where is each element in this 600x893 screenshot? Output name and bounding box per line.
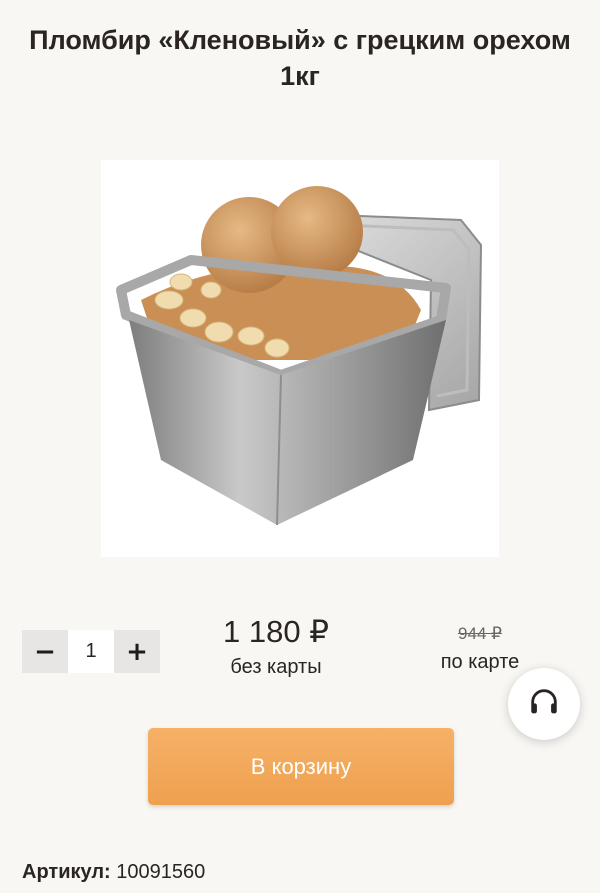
article-number: Артикул: 10091560	[22, 858, 205, 886]
product-image	[101, 160, 499, 557]
increase-quantity-button[interactable]: +	[114, 630, 160, 673]
product-title-line1: Пломбир «Кленовый» с грецким орехом	[29, 25, 571, 55]
support-chat-button[interactable]	[508, 668, 580, 740]
regular-price: 1 180 ₽	[223, 614, 329, 649]
add-to-cart-button[interactable]: В корзину	[148, 728, 454, 805]
card-price-caption: по карте	[440, 651, 520, 673]
card-price-block: 944 ₽ по карте	[426, 622, 534, 676]
article-value: 10091560	[116, 861, 206, 883]
article-label: Артикул:	[22, 861, 111, 883]
quantity-stepper[interactable]: − 1 +	[22, 630, 160, 673]
ice-cream-container-illustration	[116, 186, 483, 526]
decrease-quantity-button[interactable]: −	[22, 630, 68, 673]
headphones-icon	[527, 685, 561, 724]
product-title: Пломбир «Кленовый» с грецким орехом 1кг	[0, 22, 600, 94]
regular-price-caption: без карты	[230, 656, 322, 678]
card-price: 944 ₽	[458, 624, 502, 643]
regular-price-block: 1 180 ₽ без карты	[196, 612, 356, 680]
product-title-line2: 1кг	[280, 61, 320, 91]
quantity-value[interactable]: 1	[68, 630, 114, 673]
